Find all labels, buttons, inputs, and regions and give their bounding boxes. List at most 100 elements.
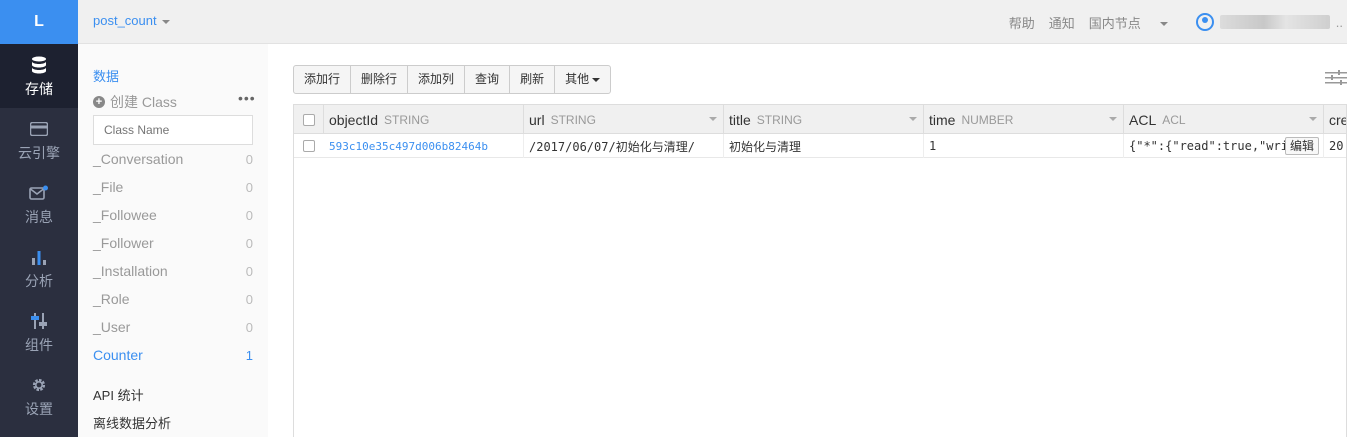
nav-label-cloud-engine: 云引擎 [18,145,60,161]
class-name: _Follower [93,235,154,251]
sidebar-title[interactable]: 数据 [93,66,119,85]
main-content: 添加行 删除行 添加列 查询 刷新 其他 objectId STRING url S… [268,44,1347,437]
row-checkbox[interactable] [294,134,324,158]
bar-chart-icon [30,245,48,269]
other-label: 其他 [565,72,590,86]
class-item-followee[interactable]: _Followee 0 [93,204,253,226]
acl-value: {"*":{"read":true,"wri… [1129,139,1296,153]
nav-item-components[interactable]: 组件 [0,300,78,364]
cell-title[interactable]: 初始化与清理 [724,134,924,158]
nav-label-settings: 设置 [25,401,53,417]
help-link[interactable]: 帮助 [1009,13,1035,32]
table-row[interactable]: 593c10e35c497d006b82464b /2017/06/07/初始化… [294,134,1346,158]
nav-item-storage[interactable]: 存储 [0,44,78,108]
nav-item-settings[interactable]: 设置 [0,364,78,428]
class-count: 0 [245,263,253,279]
class-item-installation[interactable]: _Installation 0 [93,260,253,282]
app-name: post_count [93,13,157,28]
column-type: STRING [550,112,596,127]
gear-icon [30,373,48,397]
nav-label-components: 组件 [25,337,53,353]
column-name: time [929,111,956,128]
column-header-time[interactable]: time NUMBER [924,105,1124,134]
class-name: _Followee [93,207,157,223]
select-all-checkbox[interactable] [294,105,324,134]
column-header-url[interactable]: url STRING [524,105,724,134]
class-count: 0 [245,319,253,335]
cell-url[interactable]: /2017/06/07/初始化与清理/ [524,134,724,158]
notify-link[interactable]: 通知 [1049,13,1075,32]
column-name: objectId [329,111,379,128]
column-name: cre [1329,111,1347,128]
more-options-icon[interactable]: ••• [238,90,256,106]
column-header-acl[interactable]: ACL ACL [1124,105,1324,134]
cell-time[interactable]: 1 [924,134,1124,158]
column-header-created[interactable]: cre [1324,105,1347,134]
column-settings-icon[interactable] [1325,68,1347,91]
region-label: 国内节点 [1088,15,1141,31]
cell-created[interactable]: 20 [1324,134,1346,158]
main-nav: L 存储 云引擎 消息 分析 组件 设置 [0,0,78,437]
column-name: title [729,111,751,128]
app-logo[interactable]: L [0,0,78,44]
class-item-counter[interactable]: Counter 1 [93,344,253,366]
column-header-objectid[interactable]: objectId STRING [324,105,524,134]
nav-item-analytics[interactable]: 分析 [0,236,78,300]
column-menu-icon[interactable] [1309,117,1317,121]
delete-row-button[interactable]: 删除行 [351,66,409,93]
other-dropdown-button[interactable]: 其他 [555,66,610,93]
api-stats-link[interactable]: API 统计 [93,385,144,404]
query-button[interactable]: 查询 [465,66,511,93]
column-menu-icon[interactable] [709,117,717,121]
offline-analysis-link[interactable]: 离线数据分析 [93,413,171,432]
message-icon [29,181,49,205]
cell-acl[interactable]: {"*":{"read":true,"wri… 编辑 [1124,134,1324,158]
region-dropdown[interactable]: 国内节点 [1089,13,1182,32]
refresh-button[interactable]: 刷新 [510,66,556,93]
cell-objectid[interactable]: 593c10e35c497d006b82464b [324,134,524,158]
add-column-button[interactable]: 添加列 [408,66,466,93]
class-item-user[interactable]: _User 0 [93,316,253,338]
user-name-redacted[interactable] [1219,15,1330,29]
column-header-title[interactable]: title STRING [724,105,924,134]
app-switcher[interactable]: post_count [93,13,170,28]
class-count: 0 [245,291,253,307]
plus-circle-icon: + [93,96,105,108]
database-icon [31,53,47,77]
nav-label-messages: 消息 [25,209,53,225]
column-menu-icon[interactable] [1109,117,1117,121]
create-class-button[interactable]: + 创建 Class [93,92,177,112]
nav-item-messages[interactable]: 消息 [0,172,78,236]
class-item-file[interactable]: _File 0 [93,176,253,198]
column-menu-icon[interactable] [909,117,917,121]
edit-acl-button[interactable]: 编辑 [1284,137,1319,155]
top-bar: post_count 帮助 通知 国内节点 .. [78,0,1347,44]
user-avatar-icon[interactable] [1195,13,1214,31]
class-item-role[interactable]: _Role 0 [93,288,253,310]
class-count: 0 [245,235,253,251]
chevron-down-icon [592,77,601,82]
cloud-engine-icon [30,117,48,141]
class-name: _Conversation [93,151,184,167]
data-grid: objectId STRING url STRING title STRING tim… [293,104,1347,437]
class-sidebar: 数据 + 创建 Class ••• _Conversation0 _File0 … [78,44,268,437]
class-name: _File [93,179,124,195]
class-item-follower[interactable]: _Follower 0 [93,232,253,254]
nav-item-cloud-engine[interactable]: 云引擎 [0,108,78,172]
create-class-label: 创建 Class [110,94,177,110]
chevron-down-icon [161,19,170,24]
grid-header: objectId STRING url STRING title STRING tim… [294,105,1347,134]
column-type: STRING [384,112,430,127]
class-name-input[interactable] [93,115,253,145]
class-count: 0 [245,207,253,223]
user-name-suffix: .. [1335,14,1343,30]
chevron-down-icon [1159,22,1168,27]
top-links: 帮助 通知 国内节点 .. [1009,0,1347,44]
sliders-icon [31,309,47,333]
class-item-conversation[interactable]: _Conversation 0 [93,148,253,170]
column-name: url [529,111,545,128]
class-name: _Installation [93,263,168,279]
class-name: _Role [93,291,130,307]
column-type: NUMBER [961,112,1014,127]
add-row-button[interactable]: 添加行 [294,66,352,93]
